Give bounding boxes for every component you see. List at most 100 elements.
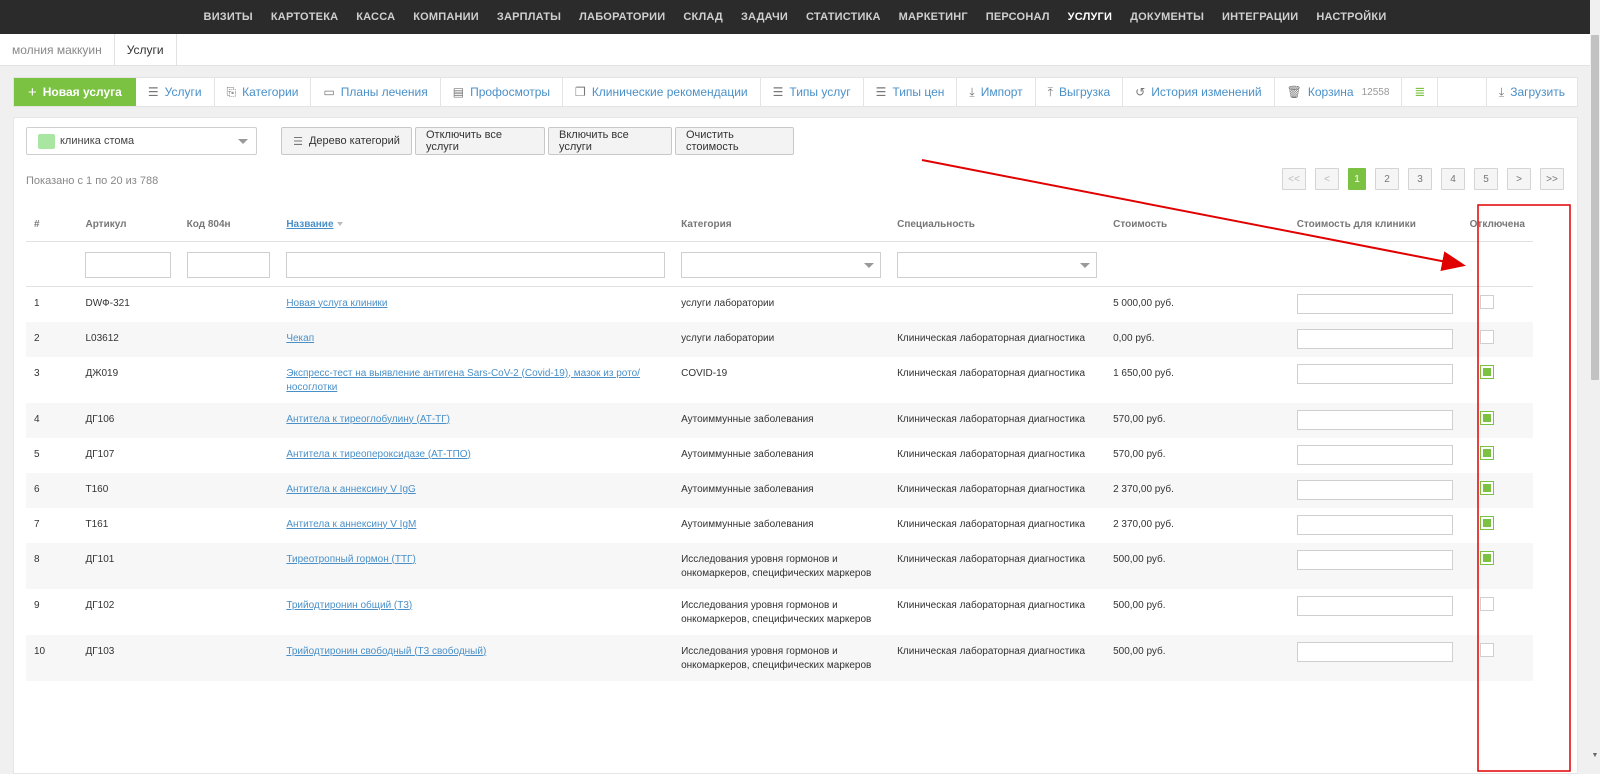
disabled-checkbox[interactable] xyxy=(1479,329,1494,344)
service-types-tab[interactable]: ☰ Типы услуг xyxy=(761,78,864,106)
page-button[interactable]: 5 xyxy=(1474,168,1498,190)
article-filter-input[interactable] xyxy=(85,251,171,278)
disabled-checkbox[interactable] xyxy=(1479,550,1494,565)
disabled-checkbox[interactable] xyxy=(1479,410,1494,425)
nav-item-10[interactable]: МАРКЕТИНГ xyxy=(899,11,968,23)
col-name-sort[interactable]: Название xyxy=(278,208,674,242)
code-filter-input[interactable] xyxy=(186,251,271,278)
nav-item-3[interactable]: КАССА xyxy=(356,11,395,23)
page-button[interactable]: 1 xyxy=(1348,168,1366,190)
cell-specialty: Клиническая лабораторная диагностика xyxy=(897,599,1086,611)
nav-item-12[interactable]: УСЛУГИ xyxy=(1068,11,1112,23)
page-button[interactable]: 3 xyxy=(1408,168,1432,190)
name-filter-input[interactable] xyxy=(286,251,666,278)
nav-item-15[interactable]: НАСТРОЙКИ xyxy=(1316,11,1386,23)
category-filter-select[interactable] xyxy=(681,251,882,278)
new-service-button[interactable]: + Новая услуга xyxy=(14,78,136,106)
history-button[interactable]: ↺ История изменений xyxy=(1123,78,1275,106)
trash-button[interactable]: 🗑 Корзина 12558 xyxy=(1275,78,1403,106)
nav-item-8[interactable]: ЗАДАЧИ xyxy=(741,11,788,23)
cell-num: 1 xyxy=(34,297,40,309)
nav-item-11[interactable]: ПЕРСОНАЛ xyxy=(986,11,1050,23)
cell-specialty: Клиническая лабораторная диагностика xyxy=(889,321,1106,357)
nav-item-4[interactable]: КОМПАНИИ xyxy=(413,11,479,23)
service-link[interactable]: Трийодтиронин свободный (Т3 свободный) xyxy=(286,646,486,657)
clear-price-button[interactable]: Очистить стоимость xyxy=(675,127,794,155)
clinic-select[interactable]: клиника стома xyxy=(26,127,257,155)
clinic-price-input[interactable] xyxy=(1296,514,1453,535)
clinic-price-input[interactable] xyxy=(1296,549,1453,570)
page-button[interactable]: << xyxy=(1282,168,1306,190)
nav-item-9[interactable]: СТАТИСТИКА xyxy=(806,11,881,23)
category-tree-label: Дерево категорий xyxy=(308,135,400,147)
nav-item-14[interactable]: ИНТЕГРАЦИИ xyxy=(1222,11,1298,23)
checkups-tab[interactable]: ▤ Профосмотры xyxy=(441,78,564,106)
filter-row xyxy=(26,241,1533,287)
nav-item-7[interactable]: СКЛАД xyxy=(683,11,723,23)
nav-item-13[interactable]: ДОКУМЕНТЫ xyxy=(1130,11,1204,23)
service-link[interactable]: Экспресс-тест на выявление антигена Sars… xyxy=(286,368,640,393)
service-link[interactable]: Антитела к аннексину V IgG xyxy=(286,484,416,495)
filter-cell-empty xyxy=(26,241,78,287)
scrollbar-thumb[interactable] xyxy=(1591,35,1599,380)
page-button[interactable]: >> xyxy=(1540,168,1564,190)
download-button[interactable]: ⤓ Загрузить xyxy=(1485,78,1577,106)
cell-name: Новая услуга клиники xyxy=(278,286,673,322)
service-link[interactable]: Чекап xyxy=(286,333,314,344)
clinic-price-input[interactable] xyxy=(1296,293,1453,314)
clinic-price-input[interactable] xyxy=(1296,479,1453,500)
nav-item-1[interactable]: ВИЗИТЫ xyxy=(204,11,253,23)
breadcrumb-clinic[interactable]: молния маккуин xyxy=(0,34,114,66)
col-disabled: Отключена xyxy=(1461,208,1533,242)
page-button[interactable]: < xyxy=(1315,168,1339,190)
cell-article: ДГ103 xyxy=(77,634,179,681)
disabled-checkbox[interactable] xyxy=(1479,642,1494,657)
service-link[interactable]: Антитела к аннексину V IgM xyxy=(286,519,416,530)
category-tree-button[interactable]: ☰ Дерево категорий xyxy=(281,127,412,155)
service-link[interactable]: Антитела к тиреопероксидазе (АТ-ТПО) xyxy=(286,449,471,460)
service-link[interactable]: Новая услуга клиники xyxy=(286,298,387,309)
price-types-tab[interactable]: ☰ Типы цен xyxy=(864,78,958,106)
service-link[interactable]: Трийодтиронин общий (Т3) xyxy=(286,600,412,611)
enable-all-button[interactable]: Включить все услуги xyxy=(548,127,672,155)
clinic-price-input[interactable] xyxy=(1296,444,1453,465)
disabled-checkbox[interactable] xyxy=(1479,480,1494,495)
disabled-checkbox[interactable] xyxy=(1479,294,1494,309)
service-link[interactable]: Антитела к тиреоглобулину (АТ-ТГ) xyxy=(286,414,450,425)
chevron-down-icon xyxy=(1080,262,1091,268)
clinic-price-input[interactable] xyxy=(1296,328,1453,349)
page-scrollbar[interactable]: ▼ xyxy=(1590,0,1600,774)
scroll-down-arrow-icon[interactable]: ▼ xyxy=(1591,752,1599,760)
clinic-price-input[interactable] xyxy=(1296,595,1453,616)
clinical-recommendations-tab[interactable]: ❐ Клинические рекомендации xyxy=(563,78,761,106)
clinic-price-input[interactable] xyxy=(1296,641,1453,662)
page-button[interactable]: 2 xyxy=(1375,168,1399,190)
cell-name: Антитела к тиреоглобулину (АТ-ТГ) xyxy=(278,402,674,438)
page-button[interactable]: 4 xyxy=(1441,168,1465,190)
clinic-price-input[interactable] xyxy=(1296,409,1453,430)
clinic-price-input[interactable] xyxy=(1296,363,1453,384)
service-link[interactable]: Тиреотропный гормон (ТТГ) xyxy=(286,554,416,565)
categories-tab[interactable]: ⎘ Категории xyxy=(215,78,312,106)
import-button[interactable]: ⤓ Импорт xyxy=(957,78,1036,106)
cell-category: Аутоиммунные заболевания xyxy=(681,448,814,460)
filter-cell-empty xyxy=(1461,241,1533,287)
treatment-plans-tab[interactable]: ▭ Планы лечения xyxy=(311,78,441,106)
specialty-filter-select[interactable] xyxy=(897,251,1098,278)
page-button[interactable]: > xyxy=(1507,168,1531,190)
col-specialty: Специальность xyxy=(889,208,1106,242)
cell-specialty: Клиническая лабораторная диагностика xyxy=(897,448,1086,460)
disabled-checkbox[interactable] xyxy=(1479,364,1494,379)
disable-all-button[interactable]: Отключить все услуги xyxy=(415,127,545,155)
nav-item-5[interactable]: ЗАРПЛАТЫ xyxy=(497,11,561,23)
disabled-checkbox[interactable] xyxy=(1479,445,1494,460)
nav-item-2[interactable]: КАРТОТЕКА xyxy=(271,11,338,23)
disabled-checkbox[interactable] xyxy=(1479,596,1494,611)
disabled-checkbox[interactable] xyxy=(1479,515,1494,530)
services-tab[interactable]: ☰ Услуги xyxy=(136,78,215,106)
nav-item-6[interactable]: ЛАБОРАТОРИИ xyxy=(579,11,665,23)
export-button[interactable]: ⤒ Выгрузка xyxy=(1036,78,1124,106)
cell-clinic-price xyxy=(1289,438,1462,473)
column-menu-button[interactable]: ≣ xyxy=(1402,78,1439,106)
